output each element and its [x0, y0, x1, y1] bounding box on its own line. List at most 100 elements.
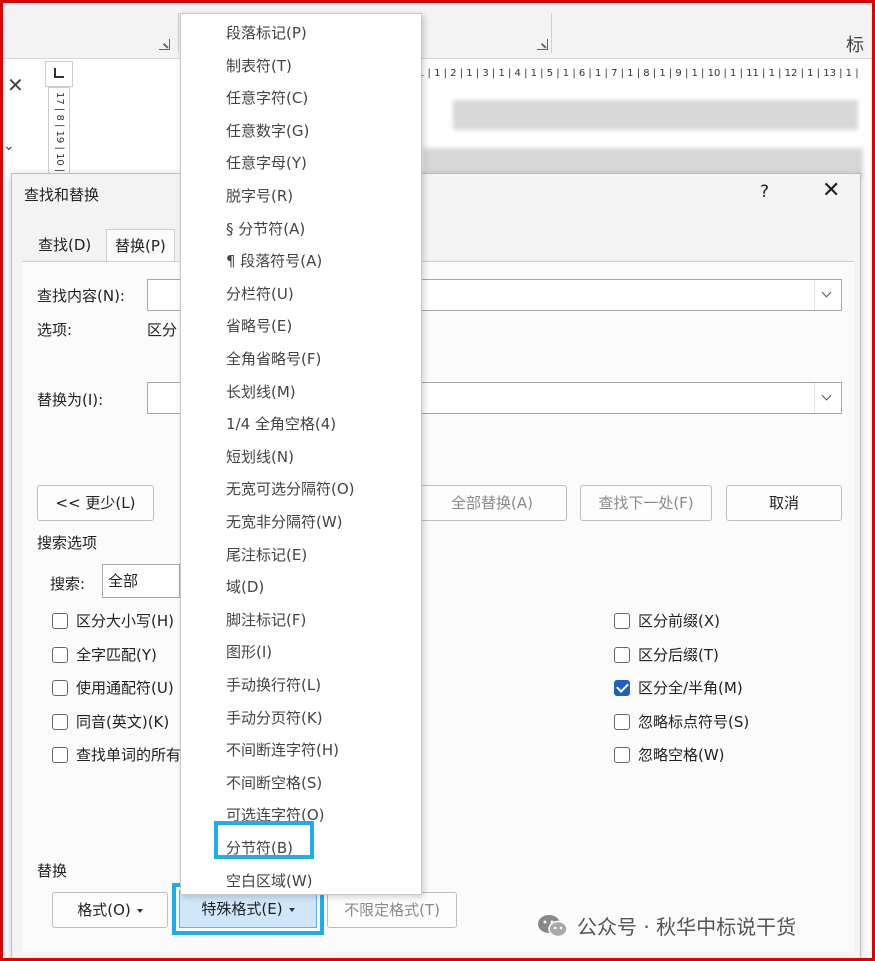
checkbox-match-case[interactable]: 区分大小写(H): [52, 610, 174, 631]
checkbox-ignore-space[interactable]: 忽略空格(W): [614, 744, 725, 765]
ribbon-separator: [178, 13, 179, 53]
no-format-button[interactable]: 不限定格式(T): [327, 892, 457, 928]
wechat-icon: [538, 914, 568, 937]
horizontal-ruler: 1 | 1 | 2 | 1 | 3 | 1 | 4 | 1 | 5 | 1 | …: [418, 65, 863, 83]
checkbox-box[interactable]: [52, 679, 68, 696]
menu-item[interactable]: 1/4 全角空格(4): [226, 413, 336, 434]
chevron-down-icon[interactable]: [814, 383, 841, 413]
menu-item[interactable]: § 分节符(A): [226, 218, 305, 239]
menu-item-highlight: [214, 821, 314, 859]
caret-down-icon: [136, 908, 143, 913]
dialog-launcher-icon[interactable]: [537, 39, 548, 50]
checkbox-match-prefix[interactable]: 区分前缀(X): [614, 610, 720, 631]
blurred-text: [453, 100, 858, 130]
menu-item[interactable]: 任意字符(C): [226, 87, 308, 108]
format-button-label: 格式(O): [77, 901, 131, 919]
checkbox-match-width[interactable]: 区分全/半角(M): [614, 677, 743, 698]
ribbon-separator: [551, 13, 552, 53]
format-button[interactable]: 格式(O): [52, 892, 168, 928]
vertical-ruler: 17 | 8 | 19 | 10 |: [48, 87, 70, 177]
menu-item[interactable]: 无宽非分隔符(W): [226, 511, 343, 532]
find-next-button[interactable]: 查找下一处(F): [580, 485, 712, 521]
dialog-launcher-icon[interactable]: [159, 39, 170, 50]
checkbox-label: 忽略标点符号(S): [638, 713, 750, 731]
replace-all-button[interactable]: 全部替换(A): [417, 485, 567, 521]
checkbox-label: 查找单词的所有: [76, 746, 182, 764]
menu-item[interactable]: 图形(I): [226, 641, 272, 662]
cancel-button[interactable]: 取消: [726, 485, 842, 521]
checkbox-all-word-forms[interactable]: 查找单词的所有: [52, 744, 181, 765]
ribbon: 标: [3, 3, 872, 59]
menu-item[interactable]: 任意数字(G): [226, 120, 309, 141]
menu-item[interactable]: 全角省略号(F): [226, 348, 321, 369]
menu-item[interactable]: 脚注标记(F): [226, 609, 306, 630]
checkbox-label: 区分全/半角(M): [638, 679, 743, 697]
checkbox-box[interactable]: [614, 612, 630, 629]
checkbox-box[interactable]: [614, 713, 630, 730]
checkbox-box[interactable]: [52, 646, 68, 663]
menu-item[interactable]: 任意字母(Y): [226, 152, 307, 173]
menu-item[interactable]: 分栏符(U): [226, 283, 294, 304]
close-icon[interactable]: ✕: [822, 178, 840, 203]
menu-item[interactable]: 段落标记(P): [226, 22, 307, 43]
menu-item[interactable]: 手动换行符(L): [226, 674, 321, 695]
checkbox-label: 全字匹配(Y): [76, 646, 157, 664]
replace-section-title: 替换: [37, 862, 68, 880]
search-direction-select[interactable]: 全部: [102, 564, 180, 598]
watermark: 公众号 · 秋华中标说干货: [537, 911, 796, 940]
menu-item[interactable]: 空白区域(W): [226, 870, 313, 891]
menu-item[interactable]: 脱字号(R): [226, 185, 293, 206]
chevron-down-icon[interactable]: ⌄: [3, 138, 15, 154]
checkbox-whole-word[interactable]: 全字匹配(Y): [52, 644, 157, 665]
menu-item[interactable]: 手动分页符(K): [226, 707, 323, 728]
checkbox-sounds-like[interactable]: 同音(英文)(K): [52, 711, 169, 732]
checkbox-wildcards[interactable]: 使用通配符(U): [52, 677, 174, 698]
tab-stop-selector[interactable]: [45, 61, 73, 87]
menu-item[interactable]: 无宽可选分隔符(O): [226, 478, 355, 499]
screenshot-frame: 标 ✕ ⌄ 17 | 8 | 19 | 10 | 1 | 1 | 2 | 1 |…: [0, 0, 875, 961]
menu-item[interactable]: 长划线(M): [226, 381, 296, 402]
close-pane-icon[interactable]: ✕: [7, 73, 24, 97]
checkbox-box[interactable]: [614, 646, 630, 663]
checkbox-box[interactable]: [52, 612, 68, 629]
find-replace-dialog: 查找和替换 ? ✕ 查找(D) 替换(P) 查找内容(N): 选项: 区分 替换…: [11, 173, 861, 958]
caret-down-icon: [288, 907, 295, 912]
checkbox-box[interactable]: [52, 746, 68, 763]
less-button[interactable]: << 更少(L): [37, 485, 154, 521]
replace-label: 替换为(I):: [37, 391, 104, 409]
checkbox-label: 区分前缀(X): [638, 612, 720, 630]
search-label: 搜索:: [50, 575, 86, 593]
menu-item[interactable]: 省略号(E): [226, 315, 292, 336]
help-icon[interactable]: ?: [760, 182, 769, 202]
checkbox-label: 区分大小写(H): [76, 612, 174, 630]
options-value: 区分: [147, 321, 178, 339]
ribbon-label: 标: [846, 35, 864, 56]
checkbox-box[interactable]: [614, 746, 630, 763]
checkbox-label: 同音(英文)(K): [76, 713, 170, 731]
menu-item[interactable]: 尾注标记(E): [226, 544, 307, 565]
checkbox-label: 使用通配符(U): [76, 679, 174, 697]
special-format-label: 特殊格式(E): [201, 900, 283, 918]
menu-item[interactable]: 域(D): [226, 576, 264, 597]
tab-find[interactable]: 查找(D): [30, 229, 99, 261]
search-options-title: 搜索选项: [37, 534, 98, 552]
checkbox-match-suffix[interactable]: 区分后缀(T): [614, 644, 719, 665]
dialog-title: 查找和替换: [24, 186, 100, 204]
special-format-button[interactable]: 特殊格式(E): [179, 890, 317, 928]
checkbox-label: 忽略空格(W): [638, 746, 725, 764]
menu-item[interactable]: 短划线(N): [226, 446, 294, 467]
replace-pane: 查找内容(N): 选项: 区分 替换为(I): << 更少(L) 全部替换(A)…: [22, 262, 854, 952]
menu-item[interactable]: ¶ 段落符号(A): [226, 250, 322, 271]
menu-item[interactable]: 不间断连字符(H): [226, 739, 339, 760]
tab-replace[interactable]: 替换(P): [106, 229, 175, 262]
checkbox-checked-icon[interactable]: [614, 679, 630, 696]
checkbox-label: 区分后缀(T): [638, 646, 719, 664]
menu-item[interactable]: 制表符(T): [226, 55, 292, 76]
watermark-text: 公众号 · 秋华中标说干货: [577, 915, 797, 939]
chevron-down-icon[interactable]: [814, 280, 841, 310]
special-format-menu: 段落标记(P) 制表符(T) 任意字符(C) 任意数字(G) 任意字母(Y) 脱字号(R)…: [180, 13, 422, 895]
menu-item[interactable]: 不间断空格(S): [226, 772, 322, 793]
left-tab-icon: [54, 68, 64, 78]
checkbox-box[interactable]: [52, 713, 68, 730]
checkbox-ignore-punctuation[interactable]: 忽略标点符号(S): [614, 711, 749, 732]
